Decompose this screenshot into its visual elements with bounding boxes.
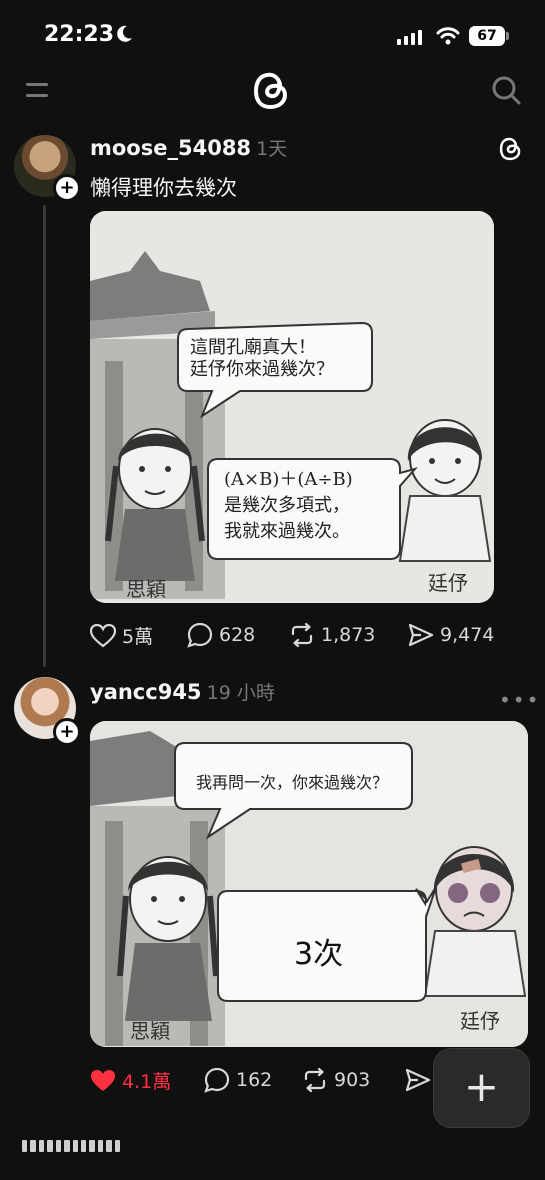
post-image[interactable]: 我再問一次，你來過幾次？ 3次 思穎 廷伃 [90, 721, 528, 1047]
repost-count: 1,873 [321, 624, 376, 646]
repost-button[interactable]: 1,873 [289, 622, 375, 648]
comment-count: 628 [219, 624, 256, 646]
like-button[interactable]: 4.1萬 [90, 1067, 171, 1094]
heart-icon [90, 623, 116, 647]
bubble-big-text: 3次 [294, 937, 344, 972]
share-button[interactable] [405, 1067, 431, 1093]
bubble-text-line: 是幾次多項式， [224, 495, 350, 516]
thread-connector-line [43, 205, 46, 667]
share-count: 9,474 [440, 624, 495, 646]
menu-icon[interactable] [26, 82, 50, 104]
comic-label: 廷伃 [460, 1009, 500, 1033]
post-image[interactable]: 這間孔廟真大！ 廷伃你來過幾次？ (A×B)＋(A÷B) 是幾次多項式， 我就來… [90, 211, 494, 603]
post-username[interactable]: moose_54088 [90, 136, 251, 160]
post-username[interactable]: yancc945 [90, 680, 202, 704]
follow-plus-button[interactable]: + [53, 718, 81, 746]
watermark-strip [22, 1140, 121, 1152]
comment-icon [187, 622, 213, 648]
post-time: 1天 [256, 138, 288, 160]
post-time: 19 小時 [206, 682, 275, 704]
moon-icon [114, 24, 134, 48]
repost-icon [291, 622, 313, 648]
heart-filled-icon [91, 1069, 115, 1091]
search-icon[interactable] [490, 74, 522, 110]
repost-count: 903 [334, 1069, 371, 1091]
comment-count: 162 [236, 1069, 273, 1091]
signal-icon [397, 30, 422, 45]
new-post-button[interactable]: + [433, 1048, 530, 1128]
comment-button[interactable]: 162 [204, 1067, 272, 1093]
threads-logo-icon[interactable] [252, 70, 292, 116]
bubble-text-line: 我再問一次，你來過幾次？ [196, 773, 389, 792]
like-count: 5萬 [122, 626, 154, 648]
share-button[interactable]: 9,474 [408, 622, 494, 648]
comic-label: 思穎 [130, 1019, 170, 1043]
like-button[interactable]: 5萬 [90, 622, 153, 649]
follow-plus-button[interactable]: + [53, 174, 81, 202]
battery-indicator: 67 [469, 26, 505, 46]
repost-icon [304, 1067, 326, 1093]
status-time: 22:23 [44, 22, 115, 47]
send-icon [405, 1068, 431, 1092]
bubble-text-line: 我就來過幾次。 [224, 521, 350, 542]
like-count: 4.1萬 [122, 1071, 172, 1093]
threads-icon [498, 136, 524, 166]
repost-button[interactable]: 903 [302, 1067, 370, 1093]
comment-button[interactable]: 628 [187, 622, 255, 648]
comic-label: 廷伃 [428, 571, 468, 595]
battery-tip [506, 32, 509, 40]
bubble-text-line: 這間孔廟真大！ [190, 337, 316, 358]
bubble-text-line: 廷伃你來過幾次？ [190, 359, 334, 380]
send-icon [408, 623, 434, 647]
comic-label: 思穎 [126, 577, 166, 601]
post-text: 懶得理你去幾次 [90, 176, 237, 200]
more-options-icon[interactable]: ••• [499, 688, 540, 712]
wifi-icon [436, 26, 460, 50]
bubble-text-line: (A×B)＋(A÷B) [224, 469, 353, 490]
comment-icon [204, 1067, 230, 1093]
